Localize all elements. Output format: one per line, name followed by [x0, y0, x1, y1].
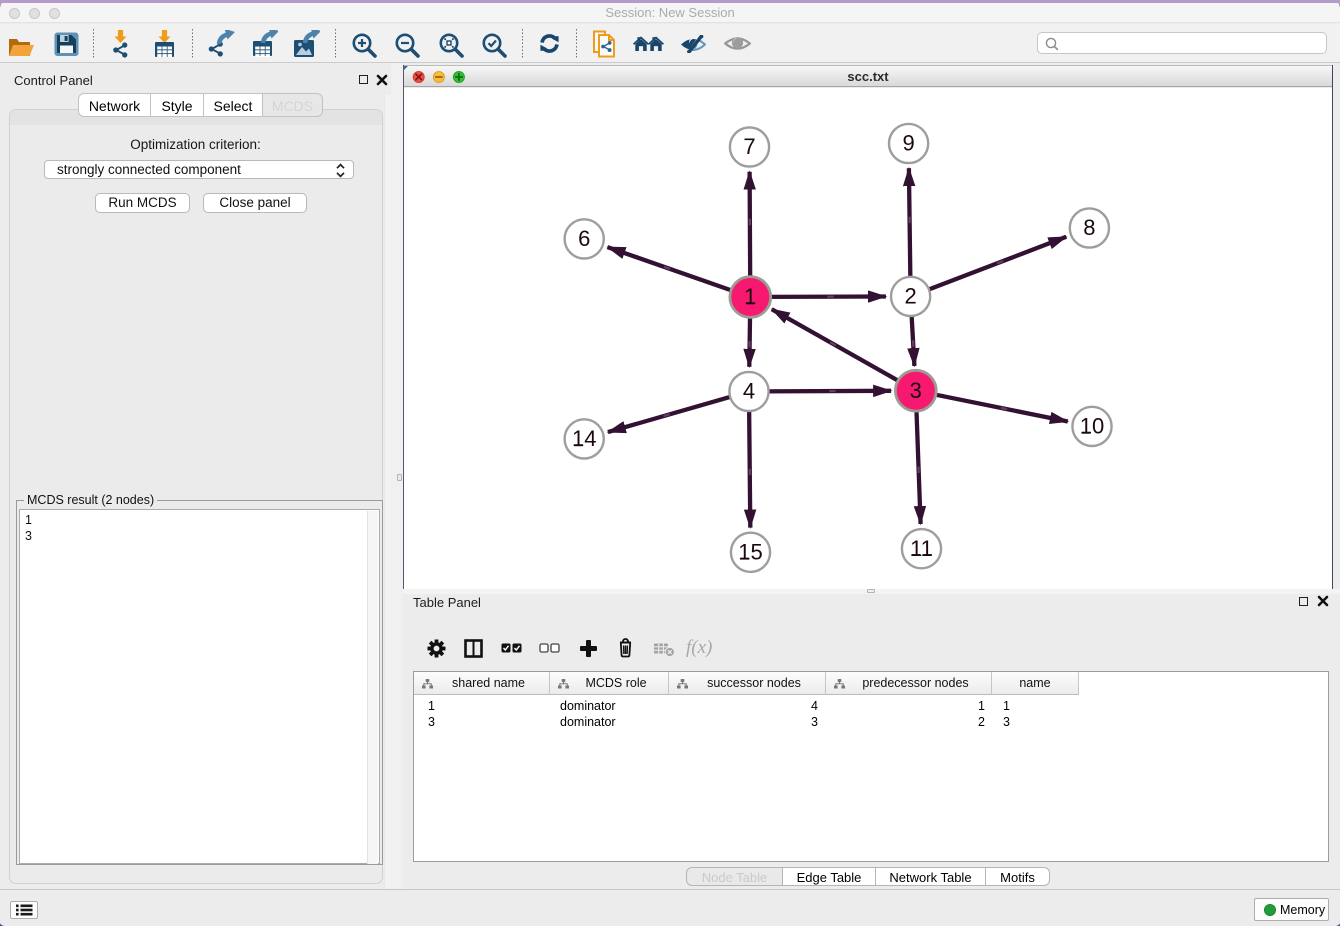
svg-text:15: 15: [738, 540, 762, 565]
svg-text:9: 9: [902, 131, 914, 156]
svg-text:14: 14: [572, 426, 596, 451]
svg-text:8: 8: [1083, 215, 1095, 240]
svg-text:1: 1: [744, 284, 756, 309]
svg-text:11: 11: [910, 536, 933, 561]
svg-text:4: 4: [743, 379, 755, 404]
svg-text:7: 7: [743, 134, 755, 159]
svg-text:3: 3: [910, 378, 922, 403]
svg-text:6: 6: [578, 226, 590, 251]
svg-text:2: 2: [904, 284, 916, 309]
svg-text:10: 10: [1080, 414, 1104, 439]
